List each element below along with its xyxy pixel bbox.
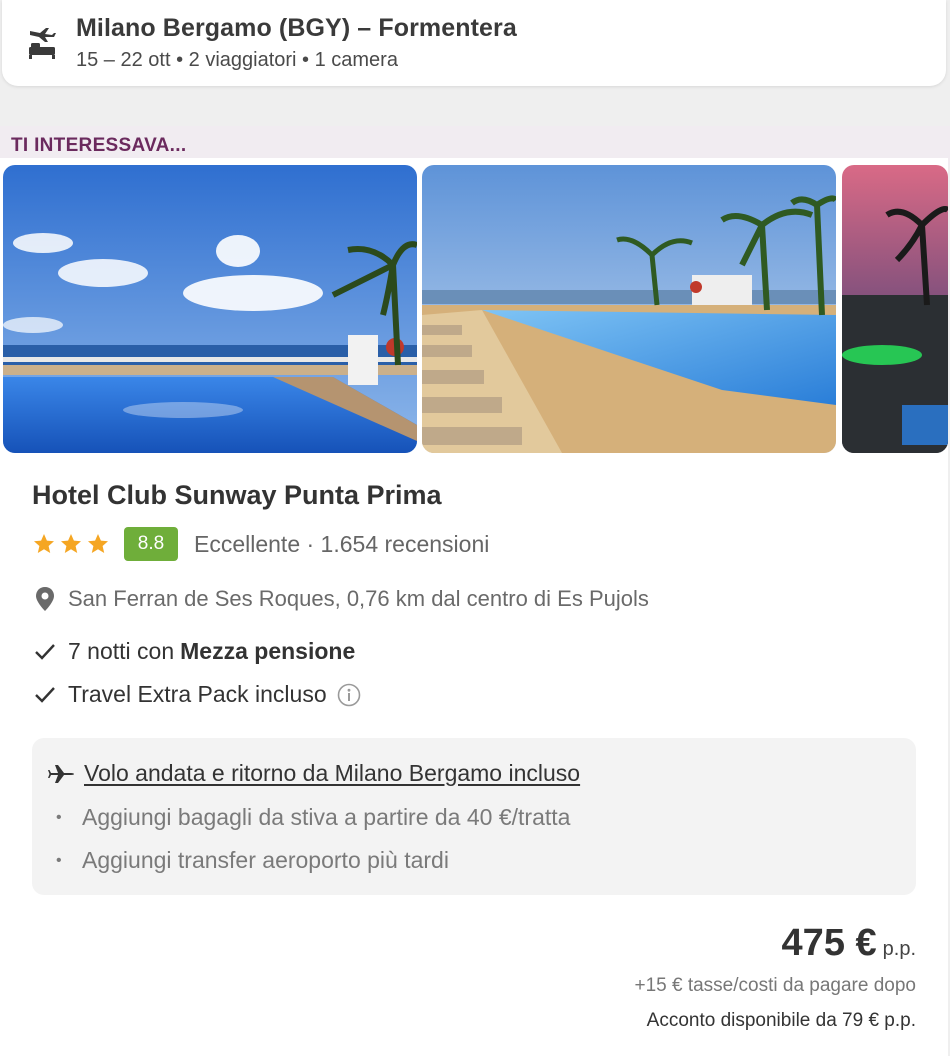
flight-included-link[interactable]: Volo andata e ritorno da Milano Bergamo …	[84, 760, 580, 787]
check-icon	[35, 643, 55, 660]
section-title: TI INTERESSAVA...	[11, 135, 187, 156]
star-rating	[32, 532, 110, 556]
board-type: Mezza pensione	[180, 638, 356, 664]
pool-night-photo[interactable]	[842, 165, 948, 453]
info-icon[interactable]	[337, 683, 361, 707]
price-deposit-note: Acconto disponibile da 79 € p.p.	[646, 1010, 916, 1031]
extra-pack-feature: Travel Extra Pack incluso	[34, 681, 361, 708]
bullet-dot-icon: •	[56, 851, 62, 869]
flight-included-row[interactable]: Volo andata e ritorno da Milano Bergamo …	[48, 760, 580, 787]
price-taxes-note: +15 € tasse/costi da pagare dopo	[634, 975, 916, 996]
flight-hotel-icon	[26, 23, 58, 63]
photo-gallery[interactable]	[3, 165, 948, 453]
hotel-location: San Ferran de Ses Roques, 0,76 km dal ce…	[68, 586, 649, 611]
trip-route-title: Milano Bergamo (BGY) – Formentera	[76, 14, 517, 42]
trip-summary-header[interactable]: Milano Bergamo (BGY) – Formentera 15 – 2…	[2, 0, 946, 86]
star-icon	[34, 534, 54, 553]
pool-loungers-photo[interactable]	[422, 165, 836, 453]
review-score-badge: 8.8	[124, 527, 178, 561]
star-icon	[88, 534, 108, 553]
airplane-icon	[48, 764, 74, 783]
baggage-bullet: • Aggiungi bagagli da stiva a partire da…	[56, 804, 570, 831]
transfer-bullet: • Aggiungi transfer aeroporto più tardi	[56, 847, 449, 874]
check-icon	[35, 686, 55, 703]
hotel-card[interactable]: Hotel Club Sunway Punta Prima 8.8 Eccell…	[0, 158, 948, 1056]
baggage-text: Aggiungi bagagli da stiva a partire da 4…	[82, 804, 571, 830]
review-summary: Eccellente · 1.654 recensioni	[194, 530, 490, 557]
bullet-dot-icon: •	[56, 808, 62, 826]
transfer-text: Aggiungi transfer aeroporto più tardi	[82, 847, 449, 873]
nights-text: 7 notti con	[68, 638, 175, 664]
location-pin-icon	[36, 587, 54, 611]
extra-pack-text: Travel Extra Pack incluso	[68, 681, 327, 707]
board-feature: 7 notti con Mezza pensione	[34, 638, 355, 665]
rating-row: 8.8 Eccellente · 1.654 recensioni	[32, 526, 489, 562]
price-unit: p.p.	[882, 938, 916, 960]
location-row: San Ferran de Ses Roques, 0,76 km dal ce…	[34, 586, 649, 612]
trip-details: 15 – 22 ott • 2 viaggiatori • 1 camera	[76, 49, 398, 71]
flight-info-box: Volo andata e ritorno da Milano Bergamo …	[32, 738, 916, 895]
hotel-name[interactable]: Hotel Club Sunway Punta Prima	[32, 480, 442, 511]
price: 475 € p.p.	[782, 922, 916, 965]
price-amount: 475 €	[781, 922, 877, 964]
pool-sea-view-photo[interactable]	[3, 165, 417, 453]
star-icon	[61, 534, 81, 553]
